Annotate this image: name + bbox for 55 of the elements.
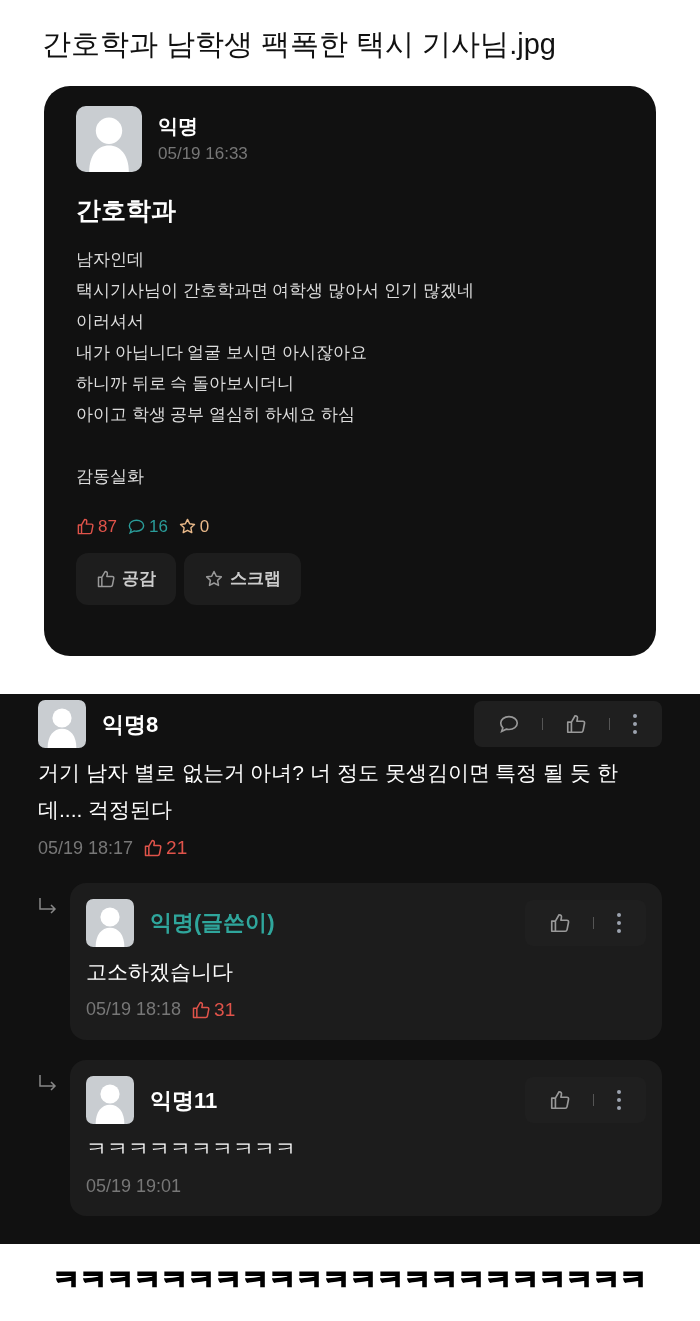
avatar-icon [86, 1076, 134, 1124]
comment-author: 익명8 [102, 710, 159, 739]
thumbs-up-icon [549, 911, 571, 934]
comment-time: 05/19 18:17 [38, 836, 134, 860]
thumbs-up-icon [76, 516, 95, 536]
post-text-line: 이러셔서 [76, 310, 145, 333]
like-count: 31 [214, 997, 236, 1022]
post-time: 05/19 16:33 [158, 143, 248, 166]
post-text-line: 아이고 학생 공부 열심히 하세요 하심 [76, 403, 356, 426]
thumbs-up-icon [191, 999, 212, 1020]
avatar-icon [38, 700, 86, 748]
comment-author: 익명(글쓴이) [150, 909, 275, 937]
comment-text: 거기 남자 별로 없는거 아녀? 너 정도 못생김이면 특정 될 듯 한데.... 걱정된다 [38, 760, 619, 823]
more-button[interactable] [616, 911, 622, 934]
comment-time: 05/19 19:01 [86, 1175, 182, 1198]
speech-bubble-icon [126, 516, 146, 536]
reply-arrow-icon [38, 1074, 58, 1092]
like-button[interactable] [549, 1089, 571, 1111]
comment-text: 고소하겠습니다 [86, 958, 234, 985]
more-options-icon [616, 1089, 622, 1111]
laughing-text: ㅋㅋㅋㅋㅋㅋㅋㅋㅋㅋㅋㅋㅋㅋㅋㅋㅋㅋㅋㅋㅋㅋ [52, 1264, 648, 1297]
more-options-icon [616, 911, 622, 934]
comment-text: ㅋㅋㅋㅋㅋㅋㅋㅋㅋㅋ [86, 1136, 297, 1162]
author-name: 익명 [158, 114, 199, 140]
thumbs-up-icon [143, 838, 164, 859]
thumbs-up-icon [565, 713, 587, 735]
reply-arrow-icon [38, 896, 58, 915]
star-icon [177, 516, 197, 536]
reply-button[interactable] [498, 713, 520, 735]
more-options-icon [632, 713, 638, 735]
scrap-button[interactable]: 스크랩 [184, 553, 301, 605]
avatar-icon [76, 106, 142, 172]
avatar-icon [86, 898, 134, 947]
speech-bubble-icon [498, 713, 520, 735]
comment-author: 익명11 [150, 1086, 218, 1115]
post-text-line: 하니까 뒤로 슥 돌아보시더니 [76, 372, 296, 395]
like-count: 87 [98, 515, 117, 538]
post-title: 간호학과 [76, 195, 177, 226]
comment-count: 16 [148, 515, 168, 538]
post-text-line: 남자인데 [76, 248, 145, 271]
headline: 간호학과 남학생 팩폭한 택시 기사님.jpg [41, 27, 557, 62]
post-text-line: 택시기사님이 간호학과면 여학생 많아서 인기 많겠네 [76, 279, 475, 302]
more-button[interactable] [616, 1089, 622, 1111]
thumbs-up-icon [96, 569, 116, 589]
post-text-line: 내가 아닙니다 얼굴 보시면 아시잖아요 [76, 341, 368, 364]
star-icon [204, 569, 224, 589]
like-button[interactable]: 공감 [76, 553, 176, 605]
like-button[interactable] [549, 911, 571, 934]
thumbs-up-icon [549, 1089, 571, 1111]
post-text-line: 감동실화 [76, 465, 145, 488]
more-button[interactable] [632, 713, 638, 735]
comment-time: 05/19 18:18 [86, 998, 182, 1022]
like-button[interactable] [565, 713, 587, 735]
like-count: 21 [166, 836, 188, 860]
scrap-count: 0 [199, 515, 210, 538]
